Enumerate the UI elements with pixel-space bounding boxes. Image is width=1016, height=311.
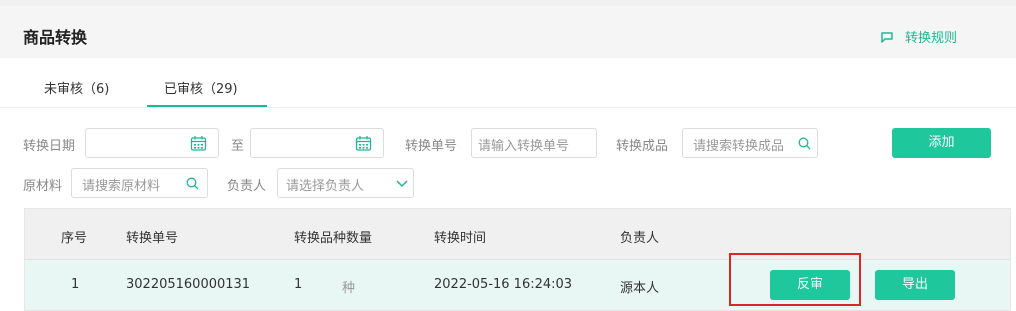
order-no-input[interactable]: 请输入转换单号 [471, 128, 597, 158]
end-date-input[interactable] [250, 128, 384, 158]
cell-count-unit: 种 [342, 281, 356, 296]
conversion-rules-link[interactable]: 转换规则 [880, 27, 957, 46]
material-placeholder: 请搜索原材料 [82, 179, 161, 194]
cell-time: 2022-05-16 16:24:03 [434, 277, 573, 292]
page-header: 商品转换 转换规则 [0, 0, 1016, 58]
date-label: 转换日期 [23, 139, 76, 154]
column-header-owner: 负责人 [620, 231, 660, 246]
column-header-time: 转换时间 [434, 231, 487, 246]
table-row: 1 302205160000131 1 种 2022-05-16 16:24:0… [25, 253, 1010, 310]
column-header-order-no: 转换单号 [126, 231, 179, 246]
product-label: 转换成品 [616, 139, 669, 154]
owner-select[interactable]: 请选择负责人 [277, 168, 414, 198]
chevron-down-icon [396, 180, 408, 188]
tab-unreviewed[interactable]: 未审核（6) [44, 78, 109, 97]
cell-count: 1 [294, 277, 303, 292]
cell-owner: 源本人 [620, 281, 660, 296]
tab-reviewed[interactable]: 已审核（29) [164, 78, 238, 97]
material-label: 原材料 [23, 179, 63, 194]
export-button[interactable]: 导出 [875, 270, 955, 300]
owner-label: 负责人 [227, 179, 267, 194]
reverse-review-button[interactable]: 反审 [770, 270, 850, 300]
date-range-separator: 至 [231, 139, 245, 154]
page-title: 商品转换 [23, 28, 88, 47]
search-icon [186, 177, 199, 190]
rules-icon [881, 31, 893, 43]
column-header-count: 转换品种数量 [294, 231, 373, 246]
add-button[interactable]: 添加 [892, 128, 991, 158]
material-search-input[interactable]: 请搜索原材料 [71, 168, 208, 198]
conversion-table: 序号 转换单号 转换品种数量 转换时间 负责人 1 30220516000013… [24, 208, 1011, 311]
conversion-rules-label: 转换规则 [905, 31, 958, 46]
status-tabs: 未审核（6) 已审核（29) [0, 58, 1016, 108]
product-search-input[interactable]: 请搜索转换成品 [682, 128, 818, 158]
cell-index: 1 [71, 277, 80, 292]
order-no-placeholder: 请输入转换单号 [478, 139, 570, 154]
start-date-input[interactable] [85, 128, 219, 158]
owner-placeholder: 请选择负责人 [286, 179, 365, 194]
cell-order-no: 302205160000131 [126, 277, 251, 292]
table-header: 序号 转换单号 转换品种数量 转换时间 负责人 [25, 209, 1010, 260]
calendar-icon [355, 136, 372, 151]
product-placeholder: 请搜索转换成品 [693, 139, 785, 154]
column-header-index: 序号 [61, 231, 88, 246]
order-no-label: 转换单号 [405, 139, 458, 154]
active-tab-indicator [147, 105, 267, 107]
search-icon [798, 137, 811, 150]
calendar-icon [190, 136, 207, 151]
